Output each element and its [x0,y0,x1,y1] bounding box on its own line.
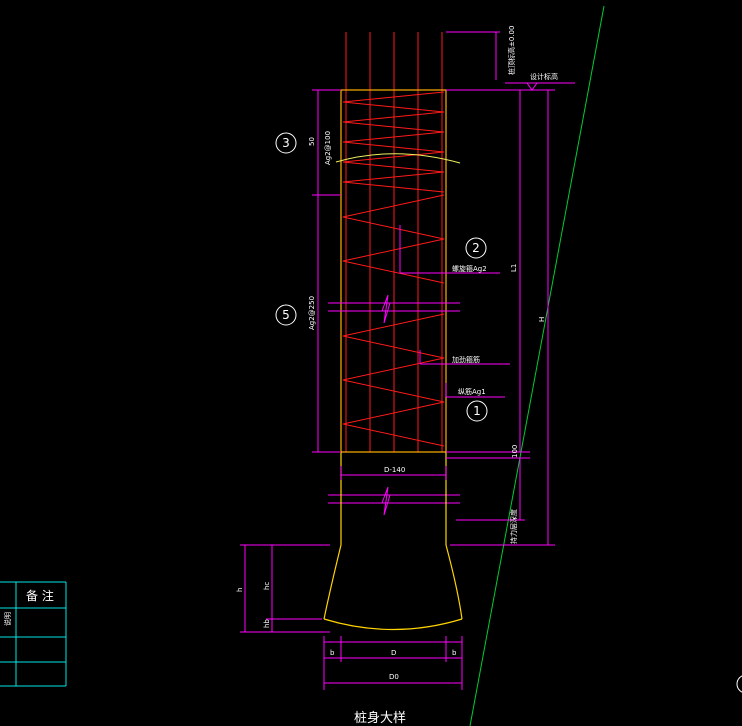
dimension-lines [240,31,575,690]
label-h: h [236,588,244,592]
label-main-bar: 纵筋Ag1 [458,387,486,396]
callout-1: 1 [473,404,481,418]
label-spiral-bar: 螺旋箍Ag2 [452,264,487,273]
label-b-right: b [452,649,457,657]
label-diameter: D-140 [384,466,405,474]
ground-curve [335,153,461,164]
label-D: D [391,649,396,657]
table-side-label: 说明 [3,612,12,626]
label-dim-50: 50 [308,137,316,146]
label-hc: hc [263,582,271,590]
label-design-elev: 设计标高 [530,72,558,81]
label-hb: hb [263,619,271,628]
top-rebars [345,32,443,452]
drawing-title: 桩身大样 [354,710,406,726]
table-header: 备 注 [26,588,54,603]
edge-circle [736,675,742,693]
label-spacing-mid: Ag2@250 [308,296,316,330]
label-L1: L1 [510,264,518,272]
pile-detail-drawing: 3 2 5 1 螺旋箍Ag2 加劲箍筋 纵筋Ag1 设计标高 D-140 D b… [0,5,742,726]
pile-bell [323,452,463,631]
cad-drawing-canvas[interactable]: 3 2 5 1 螺旋箍Ag2 加劲箍筋 纵筋Ag1 设计标高 D-140 D b… [0,0,742,726]
label-bearing-layer: 持力层深度 [509,509,518,544]
label-dim-100: 100 [511,445,519,458]
callout-circles [275,132,488,422]
label-spacing-top: Ag2@100 [324,131,332,165]
callout-5: 5 [282,308,290,322]
label-D0: D0 [389,673,399,681]
label-b-left: b [330,649,335,657]
label-stiffener-ring: 加劲箍筋 [452,355,480,364]
label-H: H [538,317,546,322]
callout-3: 3 [282,136,290,150]
slope-line [469,5,605,726]
callout-2: 2 [472,241,480,255]
label-top-elev: 桩顶标高±0.00 [507,26,516,75]
